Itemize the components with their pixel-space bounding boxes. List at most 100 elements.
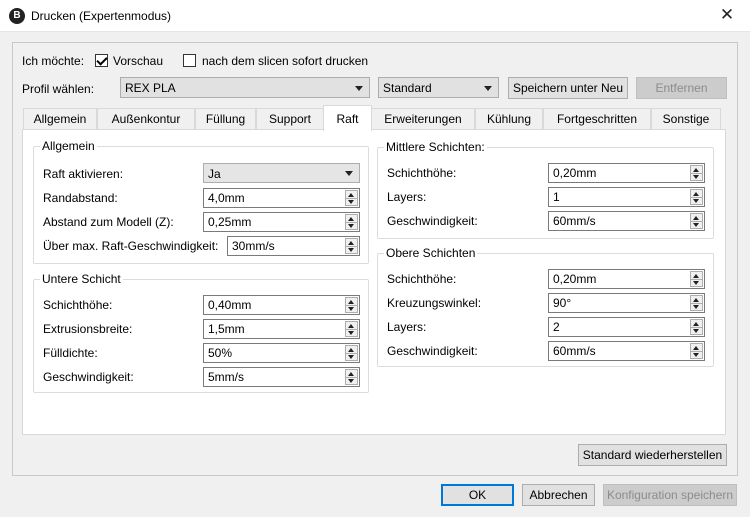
tab-fuellung[interactable]: Füllung bbox=[195, 108, 256, 130]
print-after-slice-label[interactable]: nach dem slicen sofort drucken bbox=[202, 54, 368, 68]
middle-speed-label: Geschwindigkeit: bbox=[387, 214, 478, 228]
arrow-up-icon[interactable] bbox=[693, 322, 699, 326]
middle-speed-spinbox[interactable]: 60mm/s bbox=[548, 211, 705, 231]
raft-enable-value: Ja bbox=[208, 167, 221, 181]
upper-layer-height-value: 0,20mm bbox=[553, 272, 597, 286]
upper-layer-height-label: Schichthöhe: bbox=[387, 272, 457, 286]
arrow-up-icon[interactable] bbox=[693, 168, 699, 172]
preview-checkbox[interactable] bbox=[95, 54, 108, 67]
spin-buttons[interactable] bbox=[690, 189, 703, 205]
preset-select[interactable]: Standard bbox=[378, 77, 499, 98]
upper-speed-spinbox[interactable]: 60mm/s bbox=[548, 341, 705, 361]
lower-speed-value: 5mm/s bbox=[208, 370, 244, 384]
spin-buttons[interactable] bbox=[345, 369, 358, 385]
want-label: Ich möchte: bbox=[22, 54, 85, 68]
fill-density-label: Fülldichte: bbox=[43, 346, 98, 360]
arrow-down-icon[interactable] bbox=[348, 355, 354, 359]
arrow-down-icon[interactable] bbox=[693, 281, 699, 285]
spin-buttons[interactable] bbox=[345, 297, 358, 313]
arrow-down-icon[interactable] bbox=[348, 331, 354, 335]
lower-layer-height-spinbox[interactable]: 0,40mm bbox=[203, 295, 360, 315]
middle-layers-spinbox[interactable]: 1 bbox=[548, 187, 705, 207]
arrow-down-icon[interactable] bbox=[348, 379, 354, 383]
tab-sonstige[interactable]: Sonstige bbox=[651, 108, 721, 130]
lower-speed-spinbox[interactable]: 5mm/s bbox=[203, 367, 360, 387]
title-bar: B Drucken (Expertenmodus) ✕ bbox=[0, 0, 750, 32]
tab-fortgeschritten[interactable]: Fortgeschritten bbox=[543, 108, 651, 130]
tab-allgemein[interactable]: Allgemein bbox=[23, 108, 97, 130]
upper-layers-group-title: Obere Schichten bbox=[384, 246, 478, 260]
tab-aussenkontur[interactable]: Außenkontur bbox=[97, 108, 195, 130]
raft-speed-spinbox[interactable]: 30mm/s bbox=[227, 236, 360, 256]
spin-buttons[interactable] bbox=[690, 319, 703, 335]
cross-angle-value: 90° bbox=[553, 296, 572, 310]
cross-angle-spinbox[interactable]: 90° bbox=[548, 293, 705, 313]
arrow-down-icon[interactable] bbox=[693, 353, 699, 357]
arrow-up-icon[interactable] bbox=[693, 346, 699, 350]
tab-raft[interactable]: Raft bbox=[323, 105, 372, 131]
spin-buttons[interactable] bbox=[345, 190, 358, 206]
spin-buttons[interactable] bbox=[345, 214, 358, 230]
preview-label[interactable]: Vorschau bbox=[113, 54, 163, 68]
arrow-up-icon[interactable] bbox=[348, 324, 354, 328]
distance-spinbox[interactable]: 0,25mm bbox=[203, 212, 360, 232]
extrusion-width-value: 1,5mm bbox=[208, 322, 245, 336]
arrow-down-icon[interactable] bbox=[693, 305, 699, 309]
spin-buttons[interactable] bbox=[345, 238, 358, 254]
spin-buttons[interactable] bbox=[345, 345, 358, 361]
chevron-down-icon bbox=[484, 86, 492, 91]
arrow-down-icon[interactable] bbox=[693, 223, 699, 227]
fill-density-spinbox[interactable]: 50% bbox=[203, 343, 360, 363]
arrow-up-icon[interactable] bbox=[348, 193, 354, 197]
middle-layers-value: 1 bbox=[553, 190, 560, 204]
arrow-up-icon[interactable] bbox=[348, 241, 354, 245]
spin-buttons[interactable] bbox=[690, 213, 703, 229]
profile-label: Profil wählen: bbox=[22, 82, 95, 96]
arrow-down-icon[interactable] bbox=[348, 224, 354, 228]
arrow-up-icon[interactable] bbox=[693, 274, 699, 278]
save-configuration-button[interactable]: Konfiguration speichern bbox=[603, 484, 737, 506]
middle-speed-value: 60mm/s bbox=[553, 214, 596, 228]
middle-layer-height-spinbox[interactable]: 0,20mm bbox=[548, 163, 705, 183]
arrow-up-icon[interactable] bbox=[693, 192, 699, 196]
tab-erweiterungen[interactable]: Erweiterungen bbox=[371, 108, 475, 130]
raft-enable-select[interactable]: Ja bbox=[203, 163, 360, 183]
arrow-down-icon[interactable] bbox=[693, 199, 699, 203]
upper-layers-spinbox[interactable]: 2 bbox=[548, 317, 705, 337]
extrusion-width-spinbox[interactable]: 1,5mm bbox=[203, 319, 360, 339]
remove-button[interactable]: Entfernen bbox=[636, 77, 727, 99]
arrow-down-icon[interactable] bbox=[348, 200, 354, 204]
save-as-new-button[interactable]: Speichern unter Neu bbox=[508, 77, 628, 99]
print-after-slice-checkbox[interactable] bbox=[183, 54, 196, 67]
cancel-button[interactable]: Abbrechen bbox=[522, 484, 595, 506]
arrow-up-icon[interactable] bbox=[693, 216, 699, 220]
arrow-up-icon[interactable] bbox=[348, 300, 354, 304]
lower-speed-label: Geschwindigkeit: bbox=[43, 370, 134, 384]
tab-support[interactable]: Support bbox=[256, 108, 324, 130]
profile-select-value: REX PLA bbox=[125, 81, 176, 95]
spin-buttons[interactable] bbox=[345, 321, 358, 337]
upper-layer-height-spinbox[interactable]: 0,20mm bbox=[548, 269, 705, 289]
arrow-down-icon[interactable] bbox=[693, 329, 699, 333]
arrow-down-icon[interactable] bbox=[348, 307, 354, 311]
ok-button[interactable]: OK bbox=[441, 484, 514, 506]
arrow-up-icon[interactable] bbox=[348, 348, 354, 352]
spin-buttons[interactable] bbox=[690, 271, 703, 287]
arrow-up-icon[interactable] bbox=[348, 372, 354, 376]
arrow-down-icon[interactable] bbox=[693, 175, 699, 179]
tab-kuehlung[interactable]: Kühlung bbox=[475, 108, 543, 130]
profile-select[interactable]: REX PLA bbox=[120, 77, 370, 98]
preset-select-value: Standard bbox=[383, 81, 432, 95]
close-icon[interactable]: ✕ bbox=[704, 0, 750, 32]
restore-defaults-button[interactable]: Standard wiederherstellen bbox=[578, 444, 727, 466]
arrow-down-icon[interactable] bbox=[348, 248, 354, 252]
app-logo-icon: B bbox=[9, 8, 25, 24]
spin-buttons[interactable] bbox=[690, 295, 703, 311]
chevron-down-icon bbox=[345, 171, 353, 176]
arrow-up-icon[interactable] bbox=[348, 217, 354, 221]
arrow-up-icon[interactable] bbox=[693, 298, 699, 302]
spin-buttons[interactable] bbox=[690, 343, 703, 359]
middle-layer-height-value: 0,20mm bbox=[553, 166, 597, 180]
spin-buttons[interactable] bbox=[690, 165, 703, 181]
margin-spinbox[interactable]: 4,0mm bbox=[203, 188, 360, 208]
